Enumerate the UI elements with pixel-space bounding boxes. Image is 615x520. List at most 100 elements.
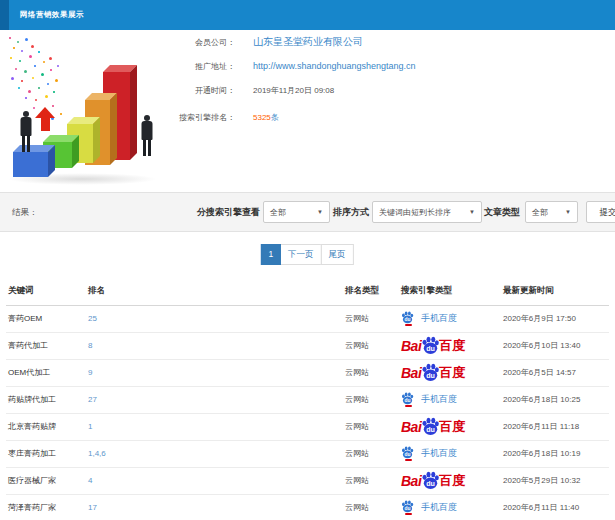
baidu-logo: Baidu百度 bbox=[401, 336, 465, 355]
mobile-baidu-badge: du手机百度 bbox=[401, 500, 457, 515]
keyword-cell: OEM代加工 bbox=[6, 359, 88, 386]
rank-cell[interactable]: 27 bbox=[88, 386, 345, 413]
update-time-cell: 2020年6月9日 17:50 bbox=[503, 305, 609, 332]
engine-rank-count: 5325条 bbox=[253, 112, 279, 123]
keyword-cell: 膏药代加工 bbox=[6, 332, 88, 359]
engine-type-cell: du手机百度 bbox=[401, 305, 503, 332]
table-row: 膏药代加工8云网站Baidu百度2020年6月10日 13:40 bbox=[6, 332, 609, 359]
info-row: 开通时间： 2019年11月20日 09:08 bbox=[0, 78, 615, 102]
info-section: 会员公司： 山东皇圣堂药业有限公司推广地址： http://www.shandong… bbox=[0, 30, 615, 192]
engine-type-cell: du手机百度 bbox=[401, 386, 503, 413]
keyword-cell: 药贴牌代加工 bbox=[6, 386, 88, 413]
mobile-baidu-paw-icon: du bbox=[401, 500, 414, 513]
update-time-cell: 2020年6月10日 13:40 bbox=[503, 332, 609, 359]
baidu-logo: Baidu百度 bbox=[401, 363, 465, 382]
svg-text:du: du bbox=[405, 452, 411, 457]
svg-text:du: du bbox=[405, 506, 411, 511]
article-type-label: 文章类型 bbox=[484, 206, 520, 219]
svg-text:du: du bbox=[426, 426, 435, 434]
keyword-cell: 医疗器械厂家 bbox=[6, 467, 88, 494]
baidu-paw-icon: du bbox=[421, 471, 440, 490]
rank-type-cell: 云网站 bbox=[345, 386, 401, 413]
info-label: 推广地址： bbox=[0, 61, 235, 72]
update-time-cell: 2020年6月11日 11:40 bbox=[503, 494, 609, 520]
rank-type-cell: 云网站 bbox=[345, 413, 401, 440]
update-time-cell: 2020年5月29日 10:32 bbox=[503, 467, 609, 494]
info-label: 搜索引擎排名： bbox=[0, 112, 235, 123]
sort-select[interactable]: 关键词由短到长排序▼ bbox=[372, 201, 482, 223]
filter-bar: 结果： 分搜索引擎查看 全部▼ 排序方式 关键词由短到长排序▼ 文章类型 全部▼… bbox=[0, 192, 615, 232]
promo-url-link[interactable]: http://www.shandonghuangshengtang.cn bbox=[253, 61, 416, 71]
col-rank-type: 排名类型 bbox=[345, 277, 401, 305]
results-table-body: 膏药OEM25云网站du手机百度2020年6月9日 17:50膏药代加工8云网站… bbox=[6, 305, 609, 520]
update-time-cell: 2020年6月11日 11:18 bbox=[503, 413, 609, 440]
mobile-baidu-paw-icon: du bbox=[401, 311, 414, 324]
engine-type-cell: Baidu百度 bbox=[401, 413, 503, 440]
info-row: 推广地址： http://www.shandonghuangshengtang.c… bbox=[0, 54, 615, 78]
baidu-paw-icon: du bbox=[421, 363, 440, 382]
rank-cell[interactable]: 9 bbox=[88, 359, 345, 386]
baidu-logo: Baidu百度 bbox=[401, 417, 465, 436]
page-1-button[interactable]: 1 bbox=[260, 244, 281, 265]
col-update-time: 最新更新时间 bbox=[503, 277, 609, 305]
engine-type-cell: Baidu百度 bbox=[401, 332, 503, 359]
rank-type-cell: 云网站 bbox=[345, 305, 401, 332]
mobile-baidu-badge: du手机百度 bbox=[401, 311, 457, 326]
table-row: 枣庄膏药加工1,4,6云网站du手机百度2020年6月18日 10:19 bbox=[6, 440, 609, 467]
svg-text:du: du bbox=[426, 345, 435, 353]
rank-type-cell: 云网站 bbox=[345, 494, 401, 520]
rank-type-cell: 云网站 bbox=[345, 440, 401, 467]
next-page-button[interactable]: 下一页 bbox=[280, 244, 322, 265]
results-table: 关键词 排名 排名类型 搜索引擎类型 最新更新时间 膏药OEM25云网站du手机… bbox=[6, 277, 609, 520]
mobile-baidu-paw-icon: du bbox=[401, 446, 414, 459]
svg-text:du: du bbox=[426, 372, 435, 380]
info-label: 开通时间： bbox=[0, 85, 235, 96]
sort-label: 排序方式 bbox=[333, 206, 369, 219]
chevron-down-icon: ▼ bbox=[469, 209, 475, 215]
rank-cell[interactable]: 4 bbox=[88, 467, 345, 494]
keyword-cell: 北京膏药贴牌 bbox=[6, 413, 88, 440]
engine-type-cell: Baidu百度 bbox=[401, 359, 503, 386]
table-row: 膏药OEM25云网站du手机百度 2020年6月9日 17:50 bbox=[6, 305, 609, 332]
baidu-paw-icon: du bbox=[421, 417, 440, 436]
engine-type-cell: du手机百度 bbox=[401, 494, 503, 520]
keyword-cell: 膏药OEM bbox=[6, 305, 88, 332]
table-header-row: 关键词 排名 排名类型 搜索引擎类型 最新更新时间 bbox=[6, 277, 609, 305]
baidu-logo: Baidu百度 bbox=[401, 471, 465, 490]
last-page-button[interactable]: 尾页 bbox=[321, 244, 354, 265]
info-row: 会员公司： 山东皇圣堂药业有限公司 bbox=[0, 30, 615, 54]
col-engine-type: 搜索引擎类型 bbox=[401, 277, 503, 305]
page-title: 网络营销效果展示 bbox=[0, 0, 615, 30]
info-row: 搜索引擎排名： 5325条 bbox=[0, 105, 615, 129]
mobile-baidu-badge: du手机百度 bbox=[401, 392, 457, 407]
rank-cell[interactable]: 17 bbox=[88, 494, 345, 520]
pagination: 1 下一页 尾页 bbox=[261, 244, 353, 265]
svg-text:du: du bbox=[426, 480, 435, 488]
update-time-cell: 2020年6月18日 10:25 bbox=[503, 386, 609, 413]
baidu-paw-icon: du bbox=[421, 336, 440, 355]
rank-cell[interactable]: 8 bbox=[88, 332, 345, 359]
article-type-select[interactable]: 全部▼ bbox=[525, 201, 578, 223]
company-info: 会员公司： 山东皇圣堂药业有限公司推广地址： http://www.shandong… bbox=[0, 30, 615, 129]
table-row: 医疗器械厂家4云网站Baidu百度2020年5月29日 10:32 bbox=[6, 467, 609, 494]
rank-cell[interactable]: 1,4,6 bbox=[88, 440, 345, 467]
header-accent-strip bbox=[0, 0, 9, 30]
open-time-value: 2019年11月20日 09:08 bbox=[253, 85, 334, 96]
engine-filter-select[interactable]: 全部▼ bbox=[263, 201, 330, 223]
chevron-down-icon: ▼ bbox=[565, 209, 571, 215]
table-row: 药贴牌代加工27云网站du手机百度 2020年6月18日 10:25 bbox=[6, 386, 609, 413]
page-header: 网络营销效果展示 bbox=[0, 0, 615, 30]
table-row: 菏泽膏药厂家17云网站du手机百度2020年6月11日 11:40 bbox=[6, 494, 609, 520]
engine-type-cell: du手机百度 bbox=[401, 440, 503, 467]
table-row: 北京膏药贴牌1云网站Baidu百度 2020年6月11日 11:18 bbox=[6, 413, 609, 440]
submit-button[interactable]: 提交 bbox=[586, 201, 615, 223]
info-label: 会员公司： bbox=[0, 37, 235, 48]
engine-filter-label: 分搜索引擎查看 bbox=[197, 206, 260, 219]
chevron-down-icon: ▼ bbox=[317, 209, 323, 215]
mobile-baidu-badge: du手机百度 bbox=[401, 446, 457, 461]
svg-text:du: du bbox=[405, 317, 411, 322]
rank-cell[interactable]: 25 bbox=[88, 305, 345, 332]
update-time-cell: 2020年6月18日 10:19 bbox=[503, 440, 609, 467]
rank-cell[interactable]: 1 bbox=[88, 413, 345, 440]
company-name-link[interactable]: 山东皇圣堂药业有限公司 bbox=[253, 35, 363, 49]
